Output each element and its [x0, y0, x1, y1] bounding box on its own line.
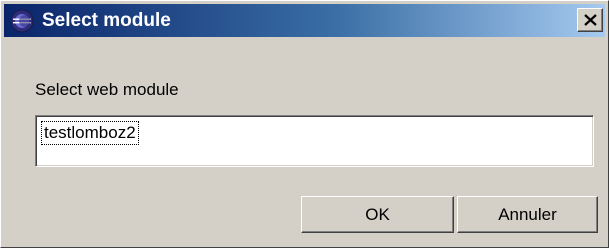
title-bar[interactable]: Select module: [4, 4, 605, 37]
dialog-title: Select module: [42, 10, 171, 31]
close-button[interactable]: [577, 8, 603, 32]
module-list[interactable]: testlomboz2: [35, 115, 594, 167]
select-module-dialog: Select module Select web module testlomb…: [0, 0, 609, 248]
select-web-module-label: Select web module: [35, 80, 179, 99]
module-list-item[interactable]: testlomboz2: [41, 121, 139, 145]
close-icon: [584, 14, 597, 26]
eclipse-icon: [10, 9, 34, 33]
ok-button[interactable]: OK: [301, 196, 454, 233]
cancel-button[interactable]: Annuler: [457, 196, 598, 233]
